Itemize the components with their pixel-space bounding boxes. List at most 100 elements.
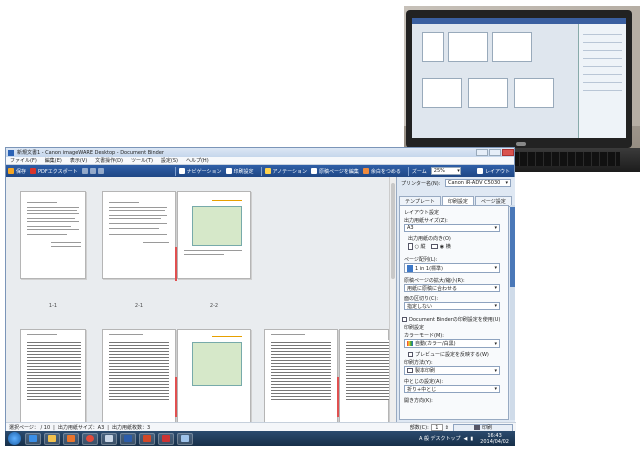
- portrait-icon: [408, 243, 413, 250]
- color-mode-select[interactable]: 自動(カラー/白黒) ▾: [404, 339, 500, 348]
- print-settings-button[interactable]: 印刷設定: [225, 168, 254, 175]
- network-icon[interactable]: ▮: [470, 436, 473, 442]
- page-thumbnail[interactable]: [177, 191, 251, 279]
- minimize-button[interactable]: [476, 149, 488, 156]
- binding-select[interactable]: 折り+中とじ ▾: [404, 385, 500, 393]
- taskbar-app-mail[interactable]: [101, 432, 117, 445]
- page-thumbnail[interactable]: [102, 329, 176, 422]
- separator-select[interactable]: 指定しない ▾: [404, 302, 500, 310]
- chevron-down-icon: ▾: [494, 285, 497, 291]
- app-icon: [8, 149, 14, 156]
- scale-label: 原稿ページの拡大/縮小(R):: [404, 278, 465, 284]
- menu-file[interactable]: ファイル(F): [6, 157, 41, 164]
- preview-reflect-checkbox[interactable]: プレビューに設定を反映する(W): [408, 351, 489, 358]
- zoom-label: ズーム: [411, 168, 427, 175]
- print-method-select[interactable]: 製本印刷 ▾: [404, 366, 500, 375]
- navigation-icon: [178, 168, 185, 174]
- map-figure: [192, 206, 242, 246]
- ie-icon: [29, 435, 37, 442]
- edit-original-button[interactable]: 原稿ページを編集: [310, 168, 359, 175]
- output-size-label: 出力用紙サイズ(Z):: [404, 218, 448, 224]
- menu-tools[interactable]: ツール(T): [127, 157, 157, 164]
- save-button[interactable]: 保存: [8, 168, 26, 175]
- copies-input[interactable]: 1: [430, 424, 443, 431]
- page-layout-select[interactable]: 1 in 1(標準) ▾: [404, 263, 500, 273]
- landscape-icon: [431, 244, 439, 249]
- printer-label: プリンター名(N):: [401, 181, 441, 187]
- printer-select[interactable]: Canon iR-ADV C5030 ▾: [445, 179, 511, 187]
- binder-settings-checkbox[interactable]: Document Binderの印刷設定を使用(U): [402, 316, 500, 323]
- media-icon: [67, 435, 75, 442]
- color-icon: [407, 341, 413, 346]
- taskbar-app-explorer[interactable]: [44, 432, 60, 445]
- menu-bar: ファイル(F) 編集(E) 表示(V) 文書操作(D) ツール(T) 設定(S)…: [6, 157, 514, 165]
- blank-fill-icon: [362, 168, 369, 174]
- orientation-label: 出力用紙の向き(O): [408, 236, 451, 242]
- page-thumbnail[interactable]: [339, 329, 389, 422]
- chevron-down-icon: ▾: [494, 225, 497, 231]
- taskbar-app-pdf[interactable]: [158, 432, 174, 445]
- page-thumbnail[interactable]: [20, 329, 86, 422]
- volume-icon[interactable]: ◀: [464, 436, 468, 442]
- title-bar: 新規文書1 - Canon imageWARE Desktop - Docume…: [6, 148, 514, 157]
- taskbar-app-word[interactable]: [120, 432, 136, 445]
- page-thumbnail[interactable]: [177, 329, 251, 422]
- portrait-radio[interactable]: ○ 縦: [415, 244, 426, 250]
- app-window: 新規文書1 - Canon imageWARE Desktop - Docume…: [5, 147, 516, 432]
- window-title: 新規文書1 - Canon imageWARE Desktop - Docume…: [17, 150, 164, 156]
- page-thumbnail[interactable]: [102, 191, 176, 279]
- chevron-down-icon: ▾: [494, 265, 497, 271]
- selected-page-status: 選択ページ： / 10: [9, 425, 51, 431]
- taskbar-app-ie[interactable]: [25, 432, 41, 445]
- chevron-down-icon: ▾: [457, 168, 460, 174]
- start-button[interactable]: [8, 432, 21, 445]
- settings-box: レイアウト設定 出力用紙サイズ(Z): A3 ▾ 出力用紙の向き(O) ○ 縦 ◉…: [399, 205, 509, 420]
- taskbar-app-powerpoint[interactable]: [139, 432, 155, 445]
- vertical-scrollbar[interactable]: [389, 177, 396, 422]
- layout-button[interactable]: レイアウト: [476, 168, 510, 175]
- blank-fill-button[interactable]: 余白をつめる: [362, 168, 401, 175]
- map-figure: [192, 342, 242, 386]
- clock[interactable]: 16:43 2014/04/02: [480, 433, 509, 445]
- menu-settings[interactable]: 設定(S): [157, 157, 182, 164]
- copies-stepper[interactable]: ⇕: [445, 425, 449, 431]
- taskbar-app-chrome[interactable]: [82, 432, 98, 445]
- page-label: 2-2: [209, 303, 219, 309]
- chevron-down-icon: ▾: [494, 386, 497, 392]
- page-thumbnail[interactable]: [264, 329, 338, 422]
- print-settings-panel: プリンター名(N): Canon iR-ADV C5030 ▾ テンプレート 印刷…: [396, 177, 515, 422]
- taskbar-app-media[interactable]: [63, 432, 79, 445]
- save-icon: [8, 168, 14, 174]
- taskbar-app-binder[interactable]: [177, 432, 193, 445]
- chevron-down-icon: ▾: [494, 303, 497, 309]
- booklet-icon: [407, 368, 413, 373]
- folder-icon: [48, 435, 56, 442]
- pdf-icon: [30, 168, 37, 174]
- zoom-select[interactable]: 25% ▾: [430, 167, 461, 175]
- page-thumbnail[interactable]: [20, 191, 86, 279]
- chevron-down-icon: ▾: [494, 367, 497, 374]
- menu-document[interactable]: 文書操作(D): [91, 157, 127, 164]
- output-size-select[interactable]: A3 ▾: [404, 224, 500, 232]
- print-settings-icon: [225, 168, 232, 174]
- checkbox-icon: [402, 317, 407, 322]
- pdf-export-button[interactable]: PDFエクスポート: [30, 168, 78, 175]
- scale-select[interactable]: 用紙に原稿に合わせる ▾: [404, 284, 500, 292]
- laptop-screen: [412, 18, 626, 138]
- navigation-button[interactable]: ナビゲーション: [178, 168, 222, 175]
- output-count-status: 出力用紙枚数：3: [111, 425, 151, 431]
- menu-view[interactable]: 表示(V): [66, 157, 91, 164]
- maximize-button[interactable]: [489, 149, 501, 156]
- menu-edit[interactable]: 編集(E): [41, 157, 66, 164]
- disabled-tools: [81, 168, 168, 174]
- opening-label: 開き方向(K):: [404, 398, 433, 404]
- panel-scrollbar[interactable]: [510, 205, 515, 420]
- taskbar: A 般 デスクトップ ◀ ▮ 16:43 2014/04/02: [5, 431, 515, 446]
- page-view[interactable]: 1-1 2-1 2-2: [6, 177, 389, 422]
- annotation-button[interactable]: アノテーション: [264, 168, 307, 175]
- landscape-radio[interactable]: ◉ 横: [440, 244, 451, 250]
- edit-icon: [310, 168, 317, 174]
- close-button[interactable]: [502, 149, 514, 156]
- checkbox-icon: [408, 352, 413, 357]
- menu-help[interactable]: ヘルプ(H): [182, 157, 213, 164]
